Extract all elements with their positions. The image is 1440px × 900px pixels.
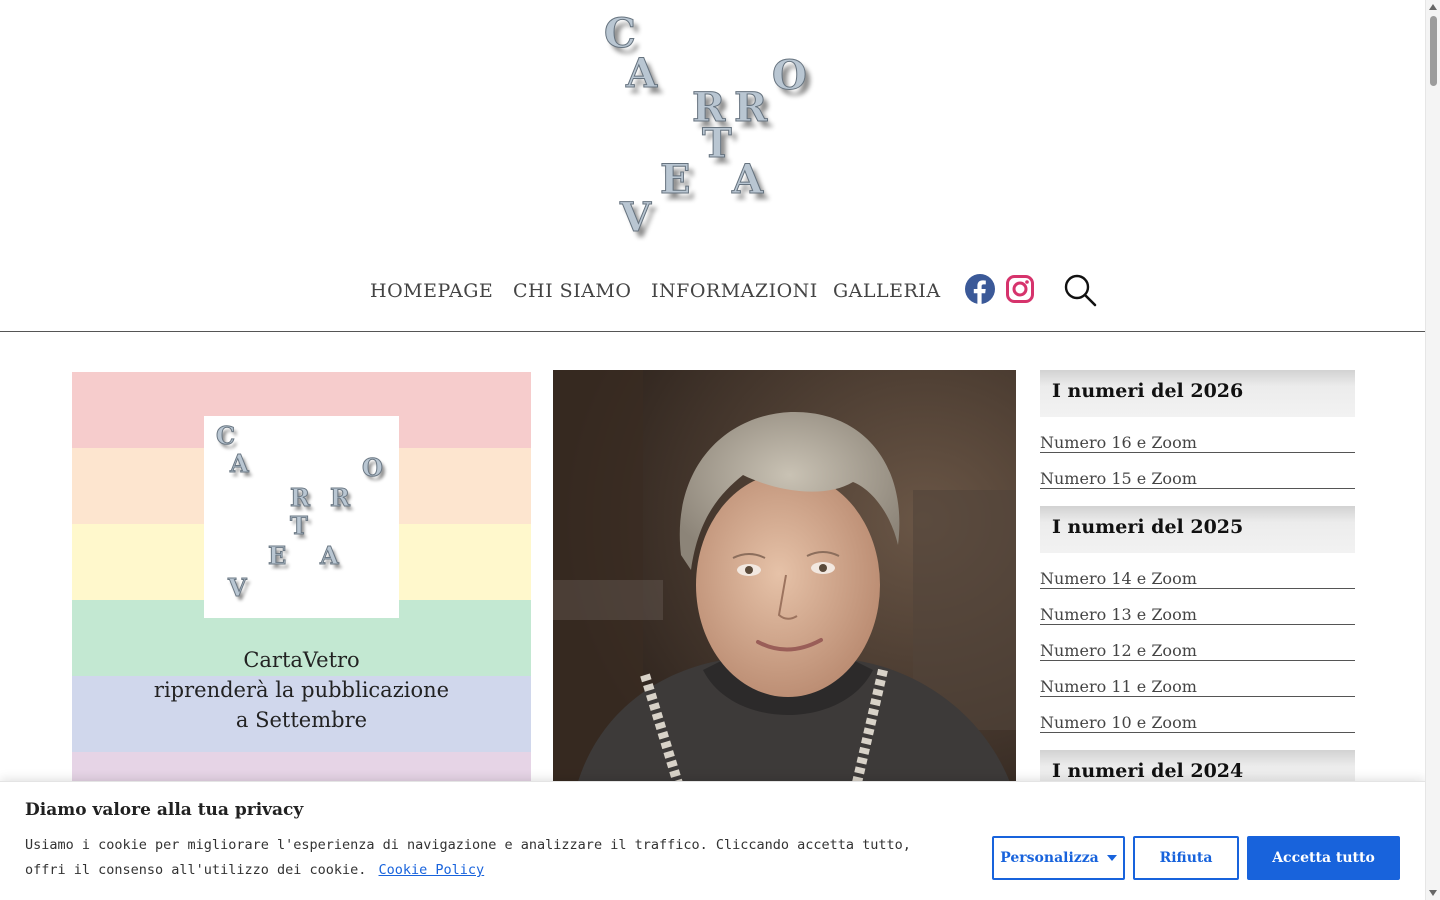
logo-letter: E (267, 541, 287, 570)
logo-letter: T (702, 120, 733, 167)
facebook-icon[interactable] (965, 274, 995, 304)
featured-post-photo[interactable] (553, 370, 1016, 800)
scroll-up-icon[interactable] (1429, 4, 1437, 10)
caret-down-icon (1106, 855, 1117, 861)
logo-letter: C (215, 421, 236, 450)
card-title-line: a Settembre (235, 708, 368, 732)
sidebar-link-issue[interactable]: Numero 14 e Zoom (1040, 553, 1355, 589)
cookie-banner: Diamo valore alla tua privacy Usiamo i c… (0, 781, 1425, 900)
sidebar-link-issue[interactable]: Numero 13 e Zoom (1040, 589, 1355, 625)
logo-letter: E (660, 156, 691, 203)
main-nav: HOMEPAGE CHI SIAMO INFORMAZIONI GALLERIA (0, 272, 1425, 314)
logo-letter: C (604, 10, 637, 57)
page-scrollbar[interactable] (1425, 0, 1440, 900)
nav-informazioni[interactable]: INFORMAZIONI (651, 280, 818, 302)
header-divider (0, 331, 1425, 332)
portrait-image (553, 370, 1016, 800)
card-title-line: riprenderà la pubblicazione (153, 678, 450, 702)
logo-letter: O (362, 453, 384, 482)
logo-letter: V (228, 573, 248, 602)
sidebar-link-issue[interactable]: Numero 12 e Zoom (1040, 625, 1355, 661)
instagram-icon[interactable] (1005, 274, 1035, 304)
card-title-line: CartaVetro (243, 648, 360, 672)
sidebar-link-issue[interactable]: Numero 11 e Zoom (1040, 661, 1355, 697)
logo-letter: T (290, 511, 309, 540)
logo-letter: R (330, 483, 351, 512)
logo-letter: A (230, 449, 250, 478)
sidebar-section-title: I numeri del 2026 (1040, 370, 1355, 417)
reject-button[interactable]: Rifiuta (1133, 836, 1239, 880)
logo-letter: A (320, 541, 340, 570)
logo-letter: O (772, 52, 808, 99)
logo-letter: A (625, 50, 658, 97)
nav-homepage[interactable]: HOMEPAGE (370, 280, 493, 302)
sidebar-link-issue[interactable]: Numero 15 e Zoom (1040, 453, 1355, 489)
featured-post-cartavetro[interactable]: C A R R O T E A V CartaVetro riprenderà … (72, 372, 531, 802)
sidebar: I numeri del 2026 Numero 16 e Zoom Numer… (1040, 370, 1355, 797)
sidebar-link-issue[interactable]: Numero 10 e Zoom (1040, 697, 1355, 733)
cookie-policy-link[interactable]: Cookie Policy (379, 862, 485, 878)
cookie-title: Diamo valore alla tua privacy (25, 800, 304, 820)
nav-galleria[interactable]: GALLERIA (833, 280, 941, 302)
sidebar-section-title: I numeri del 2025 (1040, 506, 1355, 553)
nav-chi-siamo[interactable]: CHI SIAMO (513, 280, 631, 302)
customize-button[interactable]: Personalizza (992, 836, 1125, 880)
accept-all-button[interactable]: Accetta tutto (1247, 836, 1400, 880)
scroll-thumb[interactable] (1430, 16, 1437, 86)
card-logo: C A R R O T E A V (204, 416, 399, 618)
site-logo[interactable]: C A R R O T E A V (598, 10, 838, 245)
logo-letter: V (619, 194, 652, 241)
cookie-description: Usiamo i cookie per migliorare l'esperie… (25, 833, 945, 883)
logo-letter: R (733, 84, 768, 131)
logo-letter: A (731, 156, 764, 203)
customize-label: Personalizza (1000, 850, 1099, 866)
search-icon[interactable] (1062, 272, 1098, 308)
scroll-down-icon[interactable] (1429, 890, 1437, 896)
sidebar-link-issue[interactable]: Numero 16 e Zoom (1040, 417, 1355, 453)
logo-letter: R (290, 483, 311, 512)
